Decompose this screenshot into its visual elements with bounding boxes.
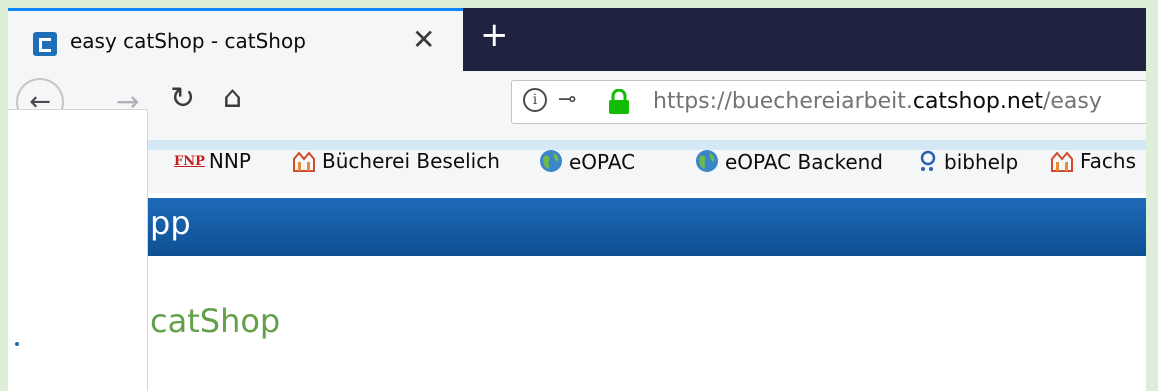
home-button[interactable]: ⌂: [223, 80, 242, 115]
navigation-bar: ← → ↻ ⌂ i ⊸ https://buechereiarbeit.cats…: [8, 71, 1146, 133]
background-border: [1146, 0, 1158, 391]
bullet-dot: [15, 342, 19, 346]
lock-icon[interactable]: [608, 89, 630, 115]
bookmark-label: Fachs: [1080, 149, 1137, 173]
new-tab-button[interactable]: +: [480, 17, 509, 53]
church-icon: [1051, 151, 1073, 172]
reload-button[interactable]: ↻: [170, 81, 195, 116]
globe-icon: [540, 150, 562, 172]
page-content: catShop: [8, 256, 1146, 391]
overlay-panel: [8, 109, 148, 391]
page-header-title: pp: [150, 204, 191, 242]
bookmark-nnp[interactable]: FNP NNP: [174, 149, 251, 173]
bookmark-label: Bücherei Beselich: [322, 149, 500, 173]
bookmark-label: bibhelp: [944, 150, 1019, 174]
bookmark-fachs[interactable]: Fachs: [1050, 149, 1136, 173]
url-domain: catshop.net: [912, 89, 1043, 114]
close-tab-icon[interactable]: ✕: [412, 25, 435, 55]
bookmark-label: NNP: [208, 149, 251, 173]
bookmark-label: eOPAC Backend: [725, 150, 883, 174]
info-icon[interactable]: i: [523, 88, 547, 112]
church-icon: [293, 151, 315, 172]
tab-title: easy catShop - catShop: [70, 29, 306, 53]
catshop-favicon-icon: [33, 32, 57, 56]
fnp-icon: FNP: [174, 154, 205, 169]
key-icon[interactable]: ⊸: [558, 87, 576, 112]
page-heading: catShop: [150, 302, 281, 340]
url-bar[interactable]: i ⊸ https://buechereiarbeit.catshop.net/…: [511, 80, 1146, 124]
page-header-bar: pp: [8, 198, 1146, 256]
bookmark-eopac-backend[interactable]: eOPAC Backend: [695, 149, 883, 174]
bookmark-eopac[interactable]: eOPAC: [539, 149, 635, 174]
tab-strip: easy catShop - catShop ✕ +: [8, 8, 1146, 71]
help-icon: [920, 150, 936, 171]
url-suffix: /easy: [1042, 89, 1102, 114]
url-prefix: https://buechereiarbeit.: [653, 89, 913, 114]
tab-easy-catshop[interactable]: easy catShop - catShop ✕: [8, 8, 463, 71]
globe-icon: [696, 150, 718, 172]
url-text[interactable]: https://buechereiarbeit.catshop.net/easy: [653, 89, 1102, 114]
bookmark-buecherei-beselich[interactable]: Bücherei Beselich: [292, 149, 500, 173]
browser-window: easy catShop - catShop ✕ + ← → ↻ ⌂ i ⊸ h…: [8, 8, 1146, 391]
bookmark-label: eOPAC: [569, 150, 636, 174]
bookmark-bibhelp[interactable]: bibhelp: [918, 149, 1018, 174]
info-strip: [148, 140, 1146, 150]
